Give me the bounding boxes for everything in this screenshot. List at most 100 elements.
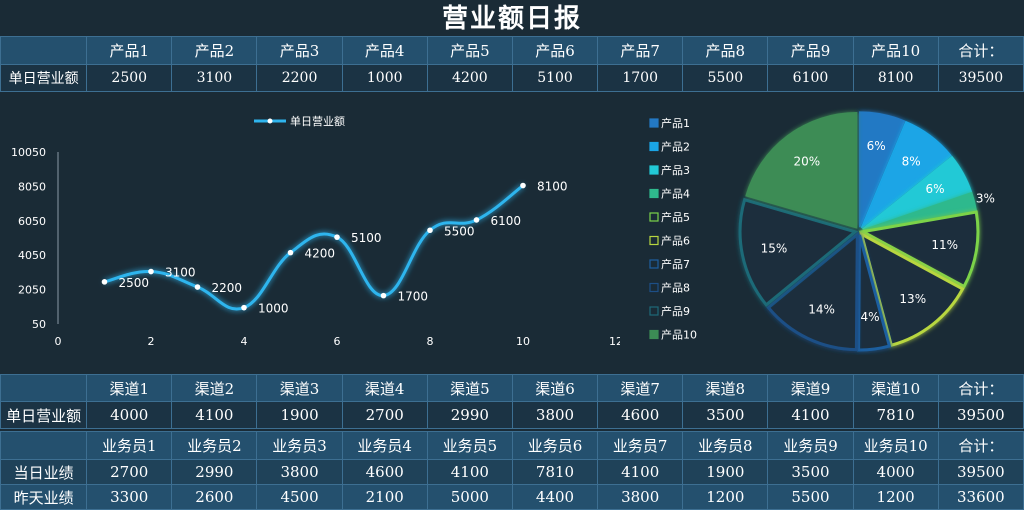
- header-cell: 业务员8: [682, 431, 769, 460]
- header-cell: 业务员9: [767, 431, 854, 460]
- channels-table: 渠道1 渠道2 渠道3 渠道4 渠道5 渠道6 渠道7 渠道8 渠道9 渠道10…: [0, 374, 1024, 429]
- data-point: [380, 292, 387, 299]
- table-cell: 2100: [341, 484, 428, 510]
- legend-dot-marker: [267, 118, 273, 124]
- header-cell: 合计：: [937, 36, 1024, 65]
- table-row: 当日业绩 2700 2990 3800 4600 4100 7810 4100 …: [0, 459, 1024, 485]
- table-cell: 4000: [852, 459, 939, 485]
- legend-label: 产品4: [661, 187, 690, 201]
- header-cell: 业务员3: [256, 431, 343, 460]
- data-label: 3100: [165, 266, 196, 280]
- table-cell: 2700: [86, 459, 173, 485]
- header-cell: [0, 431, 88, 460]
- pie-chart: 产品1 产品2 产品3 产品4 产品5 产品6 产品7 产品8 产品9 产品10 6% 8% 6% 3%…: [649, 111, 995, 352]
- header-cell: [0, 36, 88, 65]
- staff-header-row: 业务员1 业务员2 业务员3 业务员4 业务员5 业务员6 业务员7 业务员8 …: [0, 431, 1024, 460]
- table-cell: 3800: [597, 484, 684, 510]
- table-cell: 7810: [852, 401, 939, 429]
- y-tick-label: 2050: [18, 284, 46, 297]
- x-tick-label: 6: [334, 335, 341, 348]
- x-tick-label: 0: [55, 335, 62, 348]
- header-cell: 业务员10: [852, 431, 939, 460]
- pie-slice-label: 15%: [761, 241, 788, 255]
- header-cell: 产品10: [852, 36, 939, 65]
- data-point: [473, 217, 480, 223]
- data-point: [194, 284, 201, 290]
- header-cell: 业务员7: [597, 431, 684, 460]
- pie-slice-label: 4%: [860, 310, 879, 324]
- header-cell: 业务员5: [426, 431, 513, 460]
- header-cell: 产品6: [511, 36, 599, 65]
- pie-slice-label: 13%: [899, 292, 926, 306]
- legend-swatch: [649, 282, 659, 293]
- legend-label: 产品6: [661, 234, 690, 248]
- table-cell: 2500: [86, 64, 173, 92]
- y-tick-label: 8050: [18, 180, 46, 193]
- header-cell: 渠道1: [86, 374, 173, 402]
- legend-label: 产品5: [661, 210, 690, 224]
- header-cell: [0, 374, 88, 402]
- legend-label: 产品1: [661, 116, 690, 130]
- x-tick-label: 12: [609, 335, 620, 348]
- data-point: [427, 227, 433, 234]
- table-cell: 6100: [767, 64, 854, 92]
- table-cell: 1200: [682, 484, 769, 510]
- row-label: 单日营业额: [0, 64, 88, 92]
- pie-slice-label: 20%: [794, 155, 821, 169]
- header-cell: 合计：: [937, 431, 1024, 460]
- table-cell: 1200: [852, 484, 939, 510]
- data-label: 8100: [537, 180, 568, 194]
- table-cell: 1900: [256, 401, 343, 429]
- table-cell: 4600: [341, 459, 428, 485]
- table-cell: 7810: [511, 459, 599, 485]
- x-tick-label: 2: [148, 335, 155, 348]
- table-cell: 4000: [86, 401, 173, 429]
- table-cell: 3300: [86, 484, 173, 510]
- data-label: 2200: [212, 281, 243, 295]
- header-cell: 渠道10: [852, 374, 939, 402]
- table-cell: 5100: [511, 64, 599, 92]
- legend-swatch: [649, 259, 659, 269]
- table-cell: 4100: [171, 401, 258, 429]
- pie-slice-label: 11%: [931, 238, 958, 252]
- table-cell: 4100: [426, 459, 513, 485]
- y-tick-label: 4050: [18, 249, 46, 262]
- data-label: 5500: [444, 224, 475, 238]
- data-point: [241, 304, 247, 311]
- header-cell: 产品7: [597, 36, 684, 65]
- pie-slice-label: 6%: [867, 139, 886, 153]
- data-point: [101, 279, 108, 285]
- table-cell: 3800: [256, 459, 343, 485]
- row-label: 当日业绩: [0, 459, 88, 485]
- channels-header-row: 渠道1 渠道2 渠道3 渠道4 渠道5 渠道6 渠道7 渠道8 渠道9 渠道10…: [0, 374, 1024, 402]
- legend-swatch: [649, 212, 659, 222]
- table-cell: 5500: [767, 484, 854, 510]
- products-table: 产品1 产品2 产品3 产品4 产品5 产品6 产品7 产品8 产品9 产品10…: [0, 36, 1024, 92]
- header-cell: 业务员4: [341, 431, 428, 460]
- products-header-row: 产品1 产品2 产品3 产品4 产品5 产品6 产品7 产品8 产品9 产品10…: [0, 36, 1024, 65]
- pie-slice-label: 3%: [976, 192, 995, 206]
- header-cell: 渠道6: [511, 374, 599, 402]
- table-cell: 4600: [597, 401, 684, 429]
- header-cell: 渠道7: [597, 374, 684, 402]
- table-cell: 5000: [426, 484, 513, 510]
- header-cell: 业务员1: [86, 431, 173, 460]
- legend-label: 产品9: [661, 304, 690, 318]
- table-cell: 3500: [767, 459, 854, 485]
- row-label: 昨天业绩: [0, 484, 88, 510]
- line-chart: 单日营业额 50 2050 4050 6050 8050 10050 0 2 4 6 8 10 12 2…: [11, 114, 620, 348]
- header-cell: 产品3: [256, 36, 343, 65]
- legend-swatch: [649, 165, 659, 175]
- table-cell: 1000: [341, 64, 428, 92]
- total-cell: 39500: [937, 401, 1024, 429]
- legend-label: 产品2: [661, 140, 690, 154]
- legend-label: 产品8: [661, 281, 690, 295]
- table-cell: 4400: [511, 484, 599, 510]
- row-label: 单日营业额: [0, 401, 88, 429]
- legend-swatch: [649, 235, 659, 246]
- pie-slice-label: 8%: [902, 155, 921, 169]
- header-cell: 产品4: [341, 36, 428, 65]
- data-label: 5100: [351, 231, 382, 245]
- table-row: 昨天业绩 3300 2600 4500 2100 5000 4400 3800 …: [0, 484, 1024, 510]
- header-cell: 渠道2: [171, 374, 258, 402]
